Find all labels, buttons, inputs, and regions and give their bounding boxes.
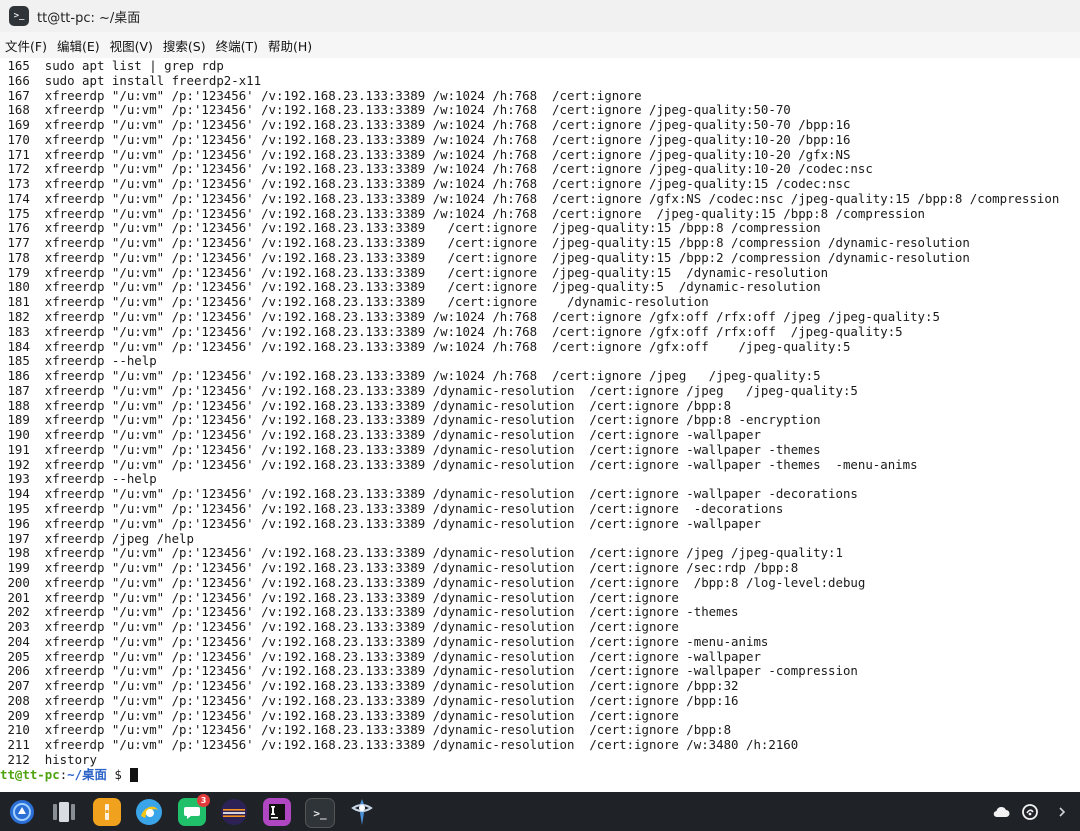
history-line: 181 xfreerdp "/u:vm" /p:'123456' /v:192.… <box>0 294 709 310</box>
history-line: 198 xfreerdp "/u:vm" /p:'123456' /v:192.… <box>0 545 843 561</box>
menu-search[interactable]: 搜索(S) <box>158 36 206 55</box>
history-line: 196 xfreerdp "/u:vm" /p:'123456' /v:192.… <box>0 515 761 531</box>
history-line: 211 xfreerdp "/u:vm" /p:'123456' /v:192.… <box>0 737 799 753</box>
history-line: 202 xfreerdp "/u:vm" /p:'123456' /v:192.… <box>0 604 739 620</box>
history-line: 193 xfreerdp --help <box>0 471 157 487</box>
history-line: 180 xfreerdp "/u:vm" /p:'123456' /v:192.… <box>0 279 821 295</box>
history-line: 191 xfreerdp "/u:vm" /p:'123456' /v:192.… <box>0 441 821 457</box>
history-line: 186 xfreerdp "/u:vm" /p:'123456' /v:192.… <box>0 368 821 384</box>
notification-badge: 3 <box>197 794 210 807</box>
menu-edit[interactable]: 编辑(E) <box>52 36 100 55</box>
history-line: 176 xfreerdp "/u:vm" /p:'123456' /v:192.… <box>0 220 821 236</box>
history-line: 192 xfreerdp "/u:vm" /p:'123456' /v:192.… <box>0 456 918 472</box>
history-line: 194 xfreerdp "/u:vm" /p:'123456' /v:192.… <box>0 486 858 502</box>
history-line: 205 xfreerdp "/u:vm" /p:'123456' /v:192.… <box>0 648 761 664</box>
eclipse-ide-icon[interactable] <box>220 798 248 826</box>
history-line: 206 xfreerdp "/u:vm" /p:'123456' /v:192.… <box>0 663 858 679</box>
text-cursor <box>130 768 139 783</box>
history-line: 166 sudo apt install freerdp2-x11 <box>0 72 262 88</box>
history-line: 175 xfreerdp "/u:vm" /p:'123456' /v:192.… <box>0 205 926 221</box>
history-line: 212 history <box>0 751 97 767</box>
history-line: 168 xfreerdp "/u:vm" /p:'123456' /v:192.… <box>0 102 791 118</box>
cloud-icon[interactable] <box>991 802 1011 822</box>
history-line: 173 xfreerdp "/u:vm" /p:'123456' /v:192.… <box>0 176 851 192</box>
browser-icon[interactable] <box>135 798 163 826</box>
history-line: 190 xfreerdp "/u:vm" /p:'123456' /v:192.… <box>0 427 761 443</box>
history-line: 203 xfreerdp "/u:vm" /p:'123456' /v:192.… <box>0 619 679 635</box>
history-line: 167 xfreerdp "/u:vm" /p:'123456' /v:192.… <box>0 87 642 103</box>
history-line: 209 xfreerdp "/u:vm" /p:'123456' /v:192.… <box>0 707 679 723</box>
menu-bar: 文件(F) 编辑(E) 视图(V) 搜索(S) 终端(T) 帮助(H) <box>0 32 1080 58</box>
history-line: 182 xfreerdp "/u:vm" /p:'123456' /v:192.… <box>0 309 940 325</box>
history-line: 188 xfreerdp "/u:vm" /p:'123456' /v:192.… <box>0 397 732 413</box>
history-line: 169 xfreerdp "/u:vm" /p:'123456' /v:192.… <box>0 117 851 133</box>
history-line: 183 xfreerdp "/u:vm" /p:'123456' /v:192.… <box>0 323 903 339</box>
history-line: 179 xfreerdp "/u:vm" /p:'123456' /v:192.… <box>0 264 829 280</box>
history-line: 210 xfreerdp "/u:vm" /p:'123456' /v:192.… <box>0 722 732 738</box>
history-line: 165 sudo apt list | grep rdp <box>0 58 224 73</box>
launcher-icon[interactable] <box>8 798 36 826</box>
history-line: 171 xfreerdp "/u:vm" /p:'123456' /v:192.… <box>0 146 851 162</box>
terminal-output[interactable]: 165 sudo apt list | grep rdp 166 sudo ap… <box>0 58 1080 792</box>
prompt-user: tt@tt-pc <box>0 766 60 782</box>
history-line: 184 xfreerdp "/u:vm" /p:'123456' /v:192.… <box>0 338 851 354</box>
history-line: 197 xfreerdp /jpeg /help <box>0 530 194 546</box>
chat-icon[interactable]: 3 <box>178 794 210 826</box>
history-line: 177 xfreerdp "/u:vm" /p:'123456' /v:192.… <box>0 235 970 251</box>
history-line: 199 xfreerdp "/u:vm" /p:'123456' /v:192.… <box>0 560 799 576</box>
history-line: 170 xfreerdp "/u:vm" /p:'123456' /v:192.… <box>0 131 851 147</box>
taskbar: 3 >_ <box>0 792 1080 831</box>
terminal-icon[interactable]: >_ <box>305 798 335 828</box>
history-line: 200 xfreerdp "/u:vm" /p:'123456' /v:192.… <box>0 574 866 590</box>
menu-help[interactable]: 帮助(H) <box>263 36 312 55</box>
history-line: 204 xfreerdp "/u:vm" /p:'123456' /v:192.… <box>0 633 769 649</box>
prompt-symbol: $ <box>106 766 130 782</box>
menu-view[interactable]: 视图(V) <box>105 36 153 55</box>
history-line: 195 xfreerdp "/u:vm" /p:'123456' /v:192.… <box>0 500 784 516</box>
prompt-path: ~/桌面 <box>67 766 107 782</box>
power-icon[interactable] <box>1020 802 1040 822</box>
chevron-right-icon[interactable] <box>1052 802 1072 822</box>
menu-file[interactable]: 文件(F) <box>0 36 47 55</box>
history-line: 201 xfreerdp "/u:vm" /p:'123456' /v:192.… <box>0 589 679 605</box>
history-lines: 165 sudo apt list | grep rdp 166 sudo ap… <box>0 58 1060 783</box>
app-icon[interactable] <box>348 798 376 826</box>
terminal-app-icon: >_ <box>9 6 29 26</box>
menu-terminal[interactable]: 终端(T) <box>211 36 258 55</box>
history-line: 174 xfreerdp "/u:vm" /p:'123456' /v:192.… <box>0 190 1060 206</box>
history-line: 208 xfreerdp "/u:vm" /p:'123456' /v:192.… <box>0 692 739 708</box>
intellij-idea-icon[interactable] <box>263 798 291 826</box>
history-line: 207 xfreerdp "/u:vm" /p:'123456' /v:192.… <box>0 678 739 694</box>
history-line: 178 xfreerdp "/u:vm" /p:'123456' /v:192.… <box>0 249 970 265</box>
history-line: 187 xfreerdp "/u:vm" /p:'123456' /v:192.… <box>0 382 858 398</box>
window-title: tt@tt-pc: ~/桌面 <box>37 11 141 26</box>
history-line: 189 xfreerdp "/u:vm" /p:'123456' /v:192.… <box>0 412 821 428</box>
history-line: 172 xfreerdp "/u:vm" /p:'123456' /v:192.… <box>0 161 873 177</box>
title-bar: >_ tt@tt-pc: ~/桌面 <box>0 0 1080 32</box>
history-line: 185 xfreerdp --help <box>0 353 157 369</box>
shell-prompt[interactable]: tt@tt-pc: ~/桌面 $ <box>0 766 1059 783</box>
multitask-view-icon[interactable] <box>50 798 78 826</box>
prompt-separator: : <box>59 766 68 782</box>
file-manager-icon[interactable] <box>93 798 121 826</box>
